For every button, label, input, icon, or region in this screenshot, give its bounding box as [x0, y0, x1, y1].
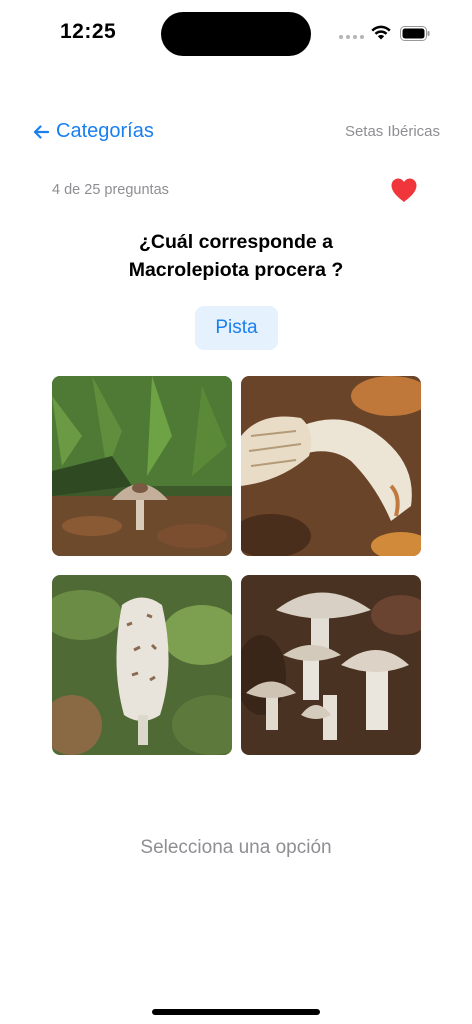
answer-option-1[interactable]	[52, 376, 232, 556]
mushroom-photo-1	[52, 376, 232, 556]
arrow-left-icon	[33, 124, 50, 139]
question-line-2: Macrolepiota procera ?	[128, 259, 344, 281]
mushroom-photo-4	[241, 575, 421, 755]
back-button[interactable]: Categorías	[32, 120, 154, 143]
question-text: ¿Cuál corresponde a Macrolepiota procera…	[0, 228, 472, 284]
status-time: 12:25	[60, 20, 117, 43]
battery-icon	[400, 26, 430, 41]
answer-option-3[interactable]	[52, 575, 232, 755]
dynamic-island	[161, 12, 311, 56]
heart-icon[interactable]	[390, 177, 418, 203]
home-indicator[interactable]	[152, 1009, 320, 1015]
cellular-icon	[339, 35, 364, 39]
answer-grid	[52, 376, 422, 756]
nav-subtitle: Setas Ibéricas	[344, 123, 440, 140]
selection-prompt: Selecciona una opción	[140, 837, 332, 858]
wifi-icon	[371, 25, 391, 40]
back-button-label: Categorías	[56, 120, 154, 142]
answer-option-2[interactable]	[241, 376, 421, 556]
mushroom-photo-2	[241, 376, 421, 556]
mushroom-photo-3	[52, 575, 232, 755]
hint-button[interactable]: Pista	[195, 306, 278, 350]
question-progress: 4 de 25 preguntas	[52, 182, 169, 198]
question-line-1: ¿Cuál corresponde a	[139, 231, 333, 253]
answer-option-4[interactable]	[241, 575, 421, 755]
